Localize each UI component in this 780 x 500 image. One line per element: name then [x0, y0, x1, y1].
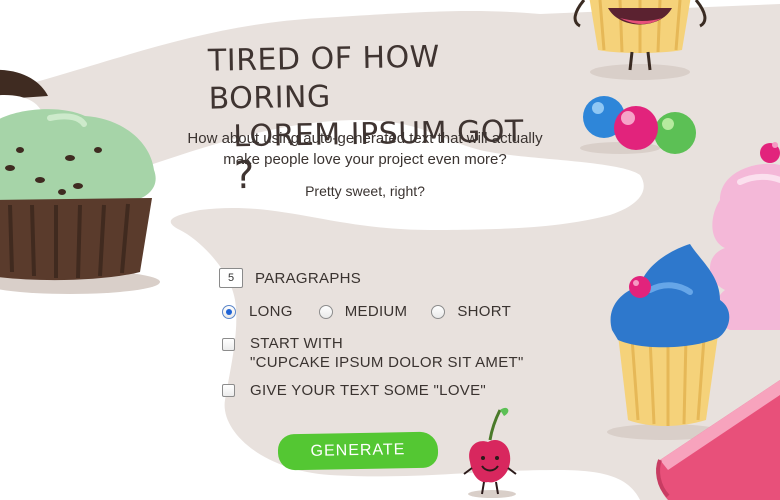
subtitle: How about using auto-generated text that… [140, 128, 590, 170]
radio-medium[interactable] [318, 304, 333, 319]
paragraphs-count-input[interactable] [219, 268, 243, 288]
start-with-label[interactable]: START WITH "CUPCAKE IPSUM DOLOR SIT AMET… [250, 334, 524, 372]
start-with-checkbox[interactable] [222, 338, 235, 351]
love-label[interactable]: GIVE YOUR TEXT SOME "LOVE" [250, 382, 486, 399]
start-with-label-line-1: START WITH [250, 335, 343, 352]
radio-medium-label[interactable]: MEDIUM [345, 303, 408, 320]
paragraphs-row: PARAGRAPHS [219, 268, 361, 288]
radio-short[interactable] [431, 304, 446, 319]
title-line-1: TIRED OF HOW BORING [207, 39, 441, 117]
page: TIRED OF HOW BORING LOREM IPSUM GOT ? Ho… [0, 0, 780, 500]
length-options-row: LONG MEDIUM SHORT [222, 303, 511, 320]
page-title: TIRED OF HOW BORING LOREM IPSUM GOT ? [174, 37, 547, 199]
subtitle-line-1: How about using auto-generated text that… [187, 130, 543, 147]
radio-long[interactable] [222, 304, 236, 319]
subtitle-line-2: make people love your project even more? [223, 151, 507, 168]
radio-long-label[interactable]: LONG [249, 303, 293, 320]
tagline: Pretty sweet, right? [305, 183, 425, 199]
generate-button[interactable]: GENERATE [277, 431, 439, 471]
love-row: GIVE YOUR TEXT SOME "LOVE" [222, 382, 486, 399]
start-with-label-line-2: "CUPCAKE IPSUM DOLOR SIT AMET" [250, 354, 524, 371]
paragraphs-label: PARAGRAPHS [255, 269, 362, 287]
love-checkbox[interactable] [222, 384, 235, 397]
start-with-row: START WITH "CUPCAKE IPSUM DOLOR SIT AMET… [222, 334, 524, 372]
radio-short-label[interactable]: SHORT [457, 303, 511, 320]
